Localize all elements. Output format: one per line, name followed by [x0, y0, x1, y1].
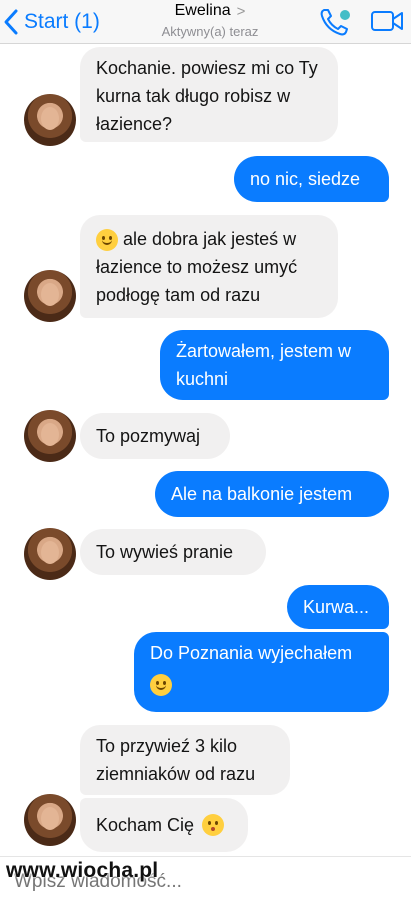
message-incoming[interactable]: ale dobra jak jesteś w łazience to możes…	[80, 215, 338, 318]
slightly-smiling-face-icon	[150, 674, 172, 697]
message-text: Żartowałem, jestem w kuchni	[176, 341, 352, 389]
message-text: ale dobra jak jesteś w łazience to możes…	[96, 229, 298, 305]
message-text: To wywieś pranie	[96, 542, 234, 562]
avatar[interactable]	[24, 270, 76, 322]
contact-info[interactable]: Ewelina > Aktywny(a) teraz	[110, 2, 310, 39]
slightly-smiling-face-icon	[96, 229, 118, 252]
message-text: no nic, siedze	[250, 169, 361, 189]
back-button[interactable]: Start (1)	[2, 6, 100, 38]
message-incoming[interactable]: To przywieź 3 kilo ziemniaków od razu	[80, 725, 290, 795]
chevron-right-icon: >	[236, 2, 246, 20]
avatar[interactable]	[24, 528, 76, 580]
avatar[interactable]	[24, 94, 76, 146]
contact-name: Ewelina	[174, 2, 231, 19]
message-outgoing[interactable]: Żartowałem, jestem w kuchni	[160, 330, 389, 400]
message-outgoing[interactable]: Kurwa...	[287, 585, 389, 629]
chevron-left-icon	[4, 9, 18, 35]
message-outgoing[interactable]: no nic, siedze	[234, 156, 389, 202]
message-outgoing[interactable]: Do Poznania wyjechałem	[134, 632, 389, 712]
kissing-face-icon	[202, 814, 225, 836]
avatar[interactable]	[24, 794, 76, 846]
avatar[interactable]	[24, 410, 76, 462]
message-text: Kocham Cię	[96, 815, 195, 835]
message-text: Kochanie. powiesz mi co Ty kurna tak dłu…	[96, 58, 318, 134]
message-text: Ale na balkonie jestem	[171, 484, 353, 504]
message-incoming[interactable]: To pozmywaj	[80, 413, 230, 459]
message-text: To pozmywaj	[96, 426, 201, 446]
message-incoming[interactable]: Kochanie. powiesz mi co Ty kurna tak dłu…	[80, 47, 338, 142]
message-incoming[interactable]: Kocham Cię	[80, 798, 248, 852]
back-label: Start (1)	[24, 10, 100, 33]
message-outgoing[interactable]: Ale na balkonie jestem	[155, 471, 389, 517]
message-text: Do Poznania wyjechałem	[150, 643, 353, 663]
watermark: www.wiocha.pl	[6, 859, 159, 882]
video-call-icon[interactable]	[370, 9, 404, 33]
contact-status: Aktywny(a) teraz	[161, 24, 259, 39]
message-incoming[interactable]: To wywieś pranie	[80, 529, 266, 575]
message-text: To przywieź 3 kilo ziemniaków od razu	[96, 736, 256, 784]
phone-call-icon[interactable]	[318, 6, 352, 38]
chat-header: Start (1) Ewelina > Aktywny(a) teraz	[0, 0, 411, 44]
message-text: Kurwa...	[303, 597, 370, 617]
